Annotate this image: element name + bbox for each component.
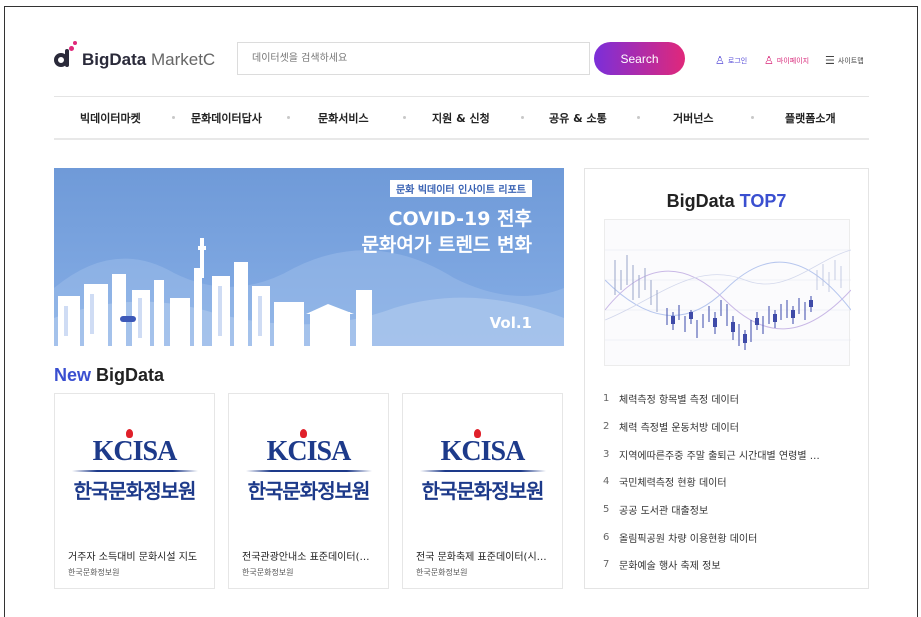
nav-separator: [403, 116, 406, 119]
nav-item-culture-service[interactable]: 문화서비스: [318, 110, 369, 126]
nav-separator: [172, 116, 175, 119]
banner-accent-pill: [120, 316, 136, 322]
top7-item[interactable]: 7 문화예술 행사 축제 정보: [603, 551, 855, 579]
kcisa-flame-icon: [473, 429, 481, 438]
search-input[interactable]: [238, 43, 589, 74]
logo-mark-icon: [54, 41, 77, 71]
banner-tag: 문화 빅데이터 인사이트 리포트: [389, 180, 532, 197]
kcisa-logo: KCISA 한국문화정보원: [229, 429, 388, 504]
new-bigdata-heading: New BigData: [54, 365, 165, 385]
mypage-link[interactable]: ♙ 마이페이지: [764, 54, 809, 67]
nav-item-culture-data[interactable]: 문화데이터답사: [191, 110, 262, 126]
banner-title-line1: COVID-19 전후: [388, 208, 532, 230]
top7-list: 1 체력측정 항목별 측정 데이터 2 체력 측정별 운동처방 데이터 3 지역에따른…: [603, 385, 855, 579]
menu-icon: ☰: [825, 54, 835, 67]
top7-item[interactable]: 1 체력측정 항목별 측정 데이터: [603, 385, 855, 413]
nav-separator: [751, 116, 754, 119]
dataset-card-title: 전국 문화축제 표준데이터(시…: [416, 552, 547, 563]
top7-item[interactable]: 3 지역에따른주중 주말 출퇴근 시간대별 연령별 …: [603, 440, 855, 468]
top7-item[interactable]: 5 공공 도서관 대출정보: [603, 496, 855, 524]
kcisa-flame-icon: [299, 429, 307, 438]
top7-panel: BigData TOP7 1 체력측정 항목별 측정 데이터 2 체력 측정별 …: [584, 168, 869, 589]
nav-separator: [287, 116, 290, 119]
login-link[interactable]: ♙ 로그인: [715, 54, 747, 67]
nav-separator: [637, 116, 640, 119]
dataset-card-org: 한국문화정보원: [68, 568, 120, 577]
nav-item-support[interactable]: 지원 & 신청: [432, 110, 490, 126]
top7-item[interactable]: 2 체력 측정별 운동처방 데이터: [603, 413, 855, 441]
dataset-card[interactable]: KCISA 한국문화정보원 전국관광안내소 표준데이터(… 한국문화정보원: [228, 393, 389, 589]
nav-item-bigdata-market[interactable]: 빅데이터마켓: [80, 110, 141, 126]
banner-volume: Vol.1: [489, 314, 532, 332]
top7-heading: BigData TOP7: [666, 191, 787, 211]
nav-item-governance[interactable]: 거버넌스: [673, 110, 713, 126]
dataset-card-title: 거주자 소득대비 문화시설 지도: [68, 552, 198, 563]
sitemap-link[interactable]: ☰ 사이트맵: [825, 54, 864, 67]
user-settings-icon: ♙: [764, 54, 774, 67]
search-box: [237, 42, 590, 75]
logo-text: BigData MarketC: [82, 50, 216, 69]
search-button[interactable]: Search: [594, 42, 685, 75]
kcisa-logo: KCISA 한국문화정보원: [55, 429, 214, 504]
nav-item-platform[interactable]: 플랫폼소개: [785, 110, 836, 126]
dataset-card-org: 한국문화정보원: [416, 568, 468, 577]
banner-title-line2: 문화여가 트렌드 변화: [361, 234, 532, 256]
main-nav: 빅데이터마켓 문화데이터답사 문화서비스 지원 & 신청 공유 & 소통 거버넌…: [54, 96, 869, 140]
top7-item[interactable]: 4 국민체력측정 현황 데이터: [603, 468, 855, 496]
dataset-card-title: 전국관광안내소 표준데이터(…: [242, 552, 370, 563]
kcisa-logo: KCISA 한국문화정보원: [403, 429, 562, 504]
site-logo[interactable]: BigData MarketC: [54, 41, 216, 71]
top7-item[interactable]: 6 올림픽공원 차량 이용현황 데이터: [603, 523, 855, 551]
report-banner[interactable]: 문화 빅데이터 인사이트 리포트 COVID-19 전후 문화여가 트렌드 변화…: [54, 168, 564, 346]
dataset-card[interactable]: KCISA 한국문화정보원 전국 문화축제 표준데이터(시… 한국문화정보원: [402, 393, 563, 589]
user-icon: ♙: [715, 54, 725, 67]
dataset-card-org: 한국문화정보원: [242, 568, 294, 577]
nav-item-share[interactable]: 공유 & 소통: [549, 110, 607, 126]
nav-separator: [521, 116, 524, 119]
dataset-card[interactable]: KCISA 한국문화정보원 거주자 소득대비 문화시설 지도 한국문화정보원: [54, 393, 215, 589]
top7-chart-illustration: [604, 219, 852, 366]
kcisa-flame-icon: [125, 429, 133, 438]
